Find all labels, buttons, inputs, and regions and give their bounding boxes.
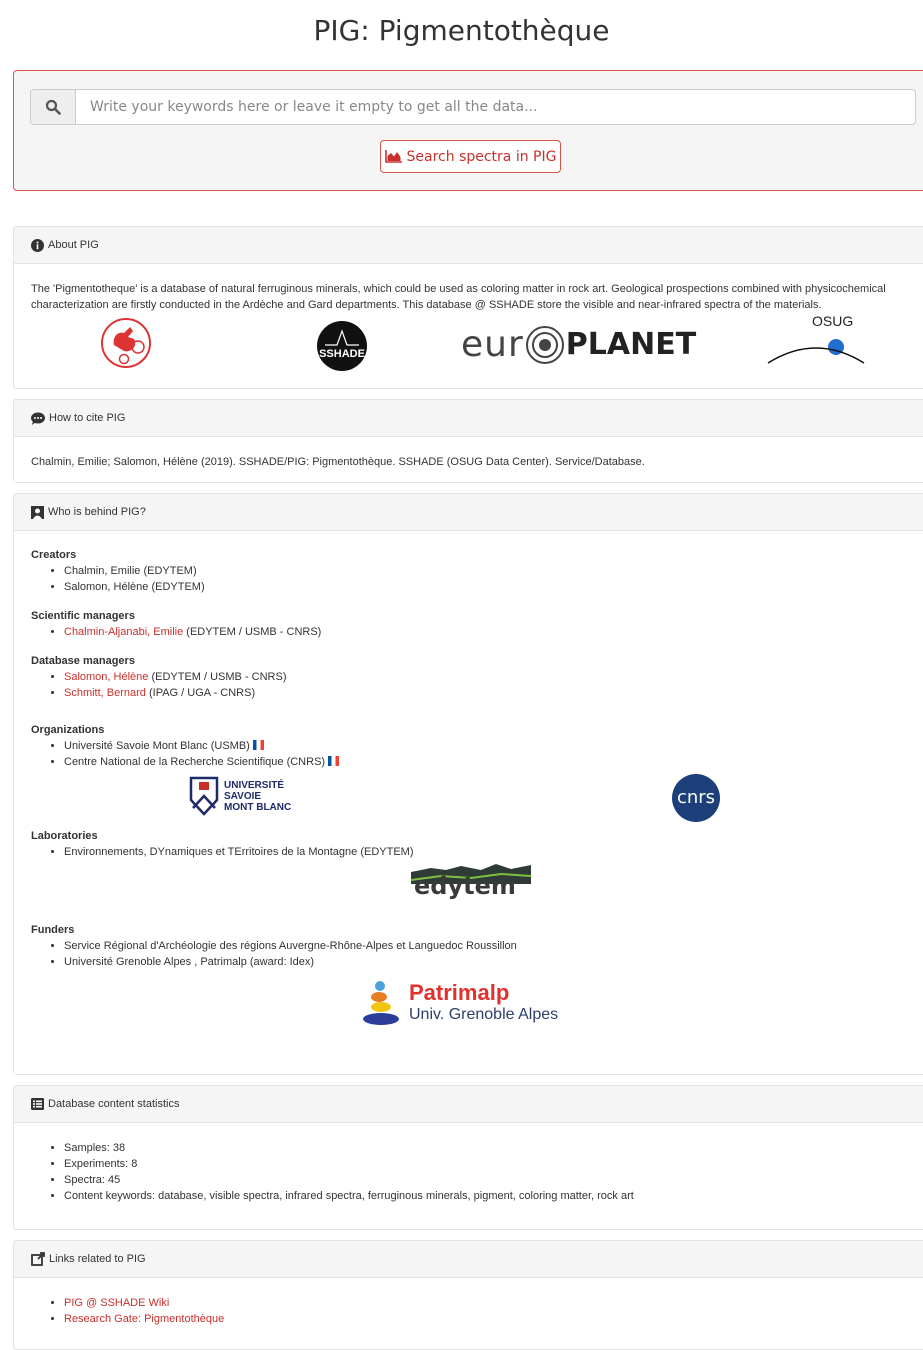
list-item: Salomon, Hélène (EDYTEM / USMB - CNRS)	[64, 669, 915, 685]
links-list: PIG @ SSHADE Wiki Research Gate: Pigment…	[31, 1295, 915, 1327]
patrimalp-logo-row: Patrimalp Univ. Grenoble Alpes	[31, 970, 915, 1030]
laboratories-title: Laboratories	[31, 830, 98, 842]
french-flag-icon	[328, 756, 340, 766]
europlanet-text-a: eur	[461, 324, 524, 365]
french-flag-icon	[252, 740, 264, 750]
search-input[interactable]	[76, 90, 915, 124]
affiliation: (IPAG / UGA - CNRS)	[145, 687, 256, 699]
list-item: Service Régional d'Archéologie des régio…	[64, 938, 915, 954]
edytem-logo-row: edytem	[31, 860, 915, 922]
funders-title: Funders	[31, 924, 75, 936]
about-text: The 'Pigmentotheque' is a database of na…	[31, 283, 886, 311]
list-item: Samples: 38	[64, 1140, 915, 1156]
stats-list: Samples: 38 Experiments: 8 Spectra: 45 C…	[31, 1140, 915, 1204]
list-item: Centre National de la Recherche Scientif…	[64, 754, 915, 770]
researchgate-link[interactable]: Research Gate: Pigmentothèque	[64, 1313, 224, 1325]
affiliation: (EDYTEM / USMB - CNRS)	[183, 626, 322, 638]
list-item: Chalmin-Aljanabi, Emilie (EDYTEM / USMB …	[64, 624, 915, 640]
list-item: Université Savoie Mont Blanc (USMB)	[64, 738, 915, 754]
europlanet-text-b: PLANET	[565, 327, 697, 362]
cnrs-logo-text: cnrs	[676, 787, 716, 808]
patrimalp-logo: Patrimalp Univ. Grenoble Alpes	[361, 980, 558, 1026]
edytem-logo-text: edytem	[414, 872, 516, 900]
scientific-managers-list: Chalmin-Aljanabi, Emilie (EDYTEM / USMB …	[31, 624, 915, 640]
list-item: Experiments: 8	[64, 1156, 915, 1172]
usmb-logo-line: MONT BLANC	[224, 801, 292, 813]
user-tie-icon	[31, 505, 44, 519]
organizations-list: Université Savoie Mont Blanc (USMB) Cent…	[31, 738, 915, 770]
list-item: Université Grenoble Alpes , Patrimalp (a…	[64, 954, 915, 970]
list-item: Content keywords: database, visible spec…	[64, 1188, 915, 1204]
osug-logo-text: OSUG	[812, 313, 854, 329]
scientific-managers-title: Scientific managers	[31, 610, 135, 622]
org-name: Université Savoie Mont Blanc (USMB)	[64, 740, 250, 752]
list-alt-icon	[31, 1098, 44, 1110]
links-heading: Links related to PIG	[14, 1241, 923, 1278]
page-title: PIG: Pigmentothèque	[313, 14, 610, 47]
links-heading-label: Links related to PIG	[49, 1253, 146, 1265]
page: PIG: Pigmentothèque Search spectra in PI…	[0, 0, 923, 1350]
list-item: Chalmin, Emilie (EDYTEM)	[64, 563, 915, 579]
list-item: Spectra: 45	[64, 1172, 915, 1188]
cnrs-logo: cnrs	[672, 774, 720, 822]
org-name: Centre National de la Recherche Scientif…	[64, 756, 326, 768]
sshade-logo-text: SSHADE	[319, 348, 365, 360]
area-chart-icon	[384, 150, 402, 163]
search-group	[30, 89, 916, 125]
usmb-logo: UNIVERSITÉ SAVOIE MONT BLANC	[189, 776, 291, 816]
affiliation: (EDYTEM / USMB - CNRS)	[148, 671, 287, 683]
external-link-icon	[31, 1252, 45, 1266]
info-circle-icon	[31, 238, 44, 252]
organization-logos: UNIVERSITÉ SAVOIE MONT BLANC cnrs	[31, 770, 915, 828]
who-panel: Who is behind PIG? Creators Chalmin, Emi…	[13, 493, 923, 1075]
europlanet-logo: eur PLANET	[461, 323, 696, 367]
list-item: PIG @ SSHADE Wiki	[64, 1295, 915, 1311]
about-heading-label: About PIG	[48, 239, 99, 251]
search-icon	[31, 90, 76, 124]
who-heading: Who is behind PIG?	[14, 494, 923, 531]
stats-heading: Database content statistics	[14, 1086, 923, 1123]
person-link[interactable]: Schmitt, Bernard	[64, 687, 146, 699]
patrimalp-logo-title: Patrimalp	[409, 980, 510, 1005]
search-button-label: Search spectra in PIG	[406, 148, 557, 165]
sshade-logo: SSHADE	[317, 321, 367, 371]
comment-dots-icon	[31, 412, 45, 425]
stats-heading-label: Database content statistics	[48, 1098, 180, 1110]
cite-heading-label: How to cite PIG	[49, 412, 126, 424]
cite-heading: How to cite PIG	[14, 400, 923, 437]
funders-list: Service Régional d'Archéologie des régio…	[31, 938, 915, 970]
wiki-link[interactable]: PIG @ SSHADE Wiki	[64, 1297, 169, 1309]
person-link[interactable]: Chalmin-Aljanabi, Emilie	[64, 626, 183, 638]
search-spectra-button[interactable]: Search spectra in PIG	[380, 140, 561, 173]
patrimalp-logo-subtitle: Univ. Grenoble Alpes	[409, 1006, 559, 1023]
edytem-logo: edytem	[411, 864, 531, 916]
organizations-title: Organizations	[31, 724, 105, 736]
creators-list: Chalmin, Emilie (EDYTEM) Salomon, Hélène…	[31, 563, 915, 595]
pigmentotheque-logo	[101, 318, 151, 368]
links-panel: Links related to PIG PIG @ SSHADE Wiki R…	[13, 1240, 923, 1350]
list-item: Schmitt, Bernard (IPAG / UGA - CNRS)	[64, 685, 915, 701]
about-logos: SSHADE eur PLANET OSUG	[31, 313, 915, 375]
cite-panel: How to cite PIG Chalmin, Emilie; Salomon…	[13, 399, 923, 483]
list-item: Environnements, DYnamiques et TErritoire…	[64, 844, 915, 860]
database-managers-list: Salomon, Hélène (EDYTEM / USMB - CNRS) S…	[31, 669, 915, 701]
list-item: Research Gate: Pigmentothèque	[64, 1311, 915, 1327]
about-heading: About PIG	[14, 227, 923, 264]
usmb-logo-line: SAVOIE	[224, 790, 262, 802]
stats-panel: Database content statistics Samples: 38 …	[13, 1085, 923, 1230]
cite-text: Chalmin, Emilie; Salomon, Hélène (2019).…	[31, 456, 645, 468]
creators-title: Creators	[31, 549, 77, 561]
person-link[interactable]: Salomon, Hélène	[64, 671, 148, 683]
laboratories-list: Environnements, DYnamiques et TErritoire…	[31, 844, 915, 860]
usmb-logo-line: UNIVERSITÉ	[224, 779, 285, 791]
about-panel: About PIG The 'Pigmentotheque' is a data…	[13, 226, 923, 389]
europlanet-ring-icon	[525, 326, 564, 364]
database-managers-title: Database managers	[31, 655, 135, 667]
search-panel: Search spectra in PIG	[13, 70, 923, 191]
osug-logo: OSUG	[766, 313, 866, 375]
who-heading-label: Who is behind PIG?	[48, 506, 146, 518]
list-item: Salomon, Hélène (EDYTEM)	[64, 579, 915, 595]
